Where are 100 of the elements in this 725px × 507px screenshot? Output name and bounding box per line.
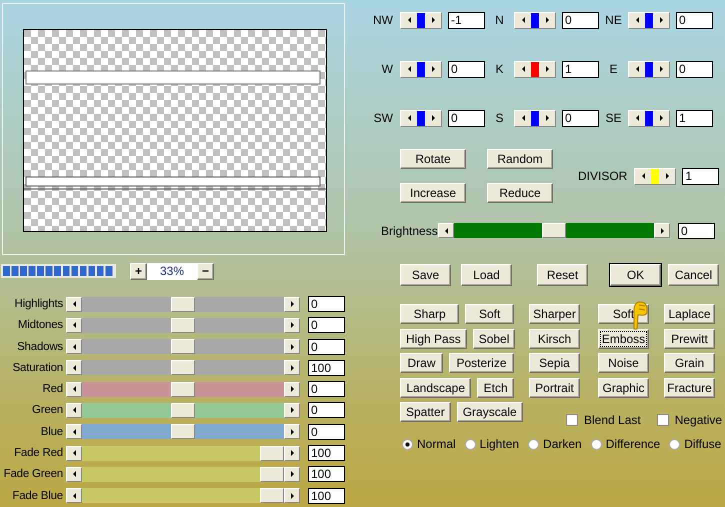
preset-button[interactable]: Portrait xyxy=(529,378,580,398)
preset-button[interactable]: Sharp xyxy=(400,304,460,324)
slider[interactable] xyxy=(66,446,300,461)
right-arrow-button[interactable] xyxy=(284,424,300,440)
coefficient-field[interactable]: 1 xyxy=(676,110,713,126)
brightness-slider[interactable] xyxy=(438,223,670,238)
slider[interactable] xyxy=(66,339,300,354)
dialog-button[interactable]: Reset xyxy=(537,264,588,286)
slider-thumb[interactable] xyxy=(171,382,195,397)
left-arrow-button[interactable] xyxy=(66,339,82,354)
preset-button[interactable]: Etch xyxy=(477,378,514,398)
preset-button[interactable]: Posterize xyxy=(449,353,514,373)
slider-thumb[interactable] xyxy=(260,466,284,482)
spinner[interactable] xyxy=(628,12,670,28)
slider-thumb[interactable] xyxy=(171,424,195,440)
coefficient-field[interactable]: 0 xyxy=(448,60,485,78)
preset-button[interactable]: Graphic xyxy=(598,378,649,398)
radio-button[interactable] xyxy=(464,438,476,450)
value-field[interactable]: 100 xyxy=(308,466,345,482)
left-arrow-button[interactable] xyxy=(66,360,82,376)
left-arrow-button[interactable] xyxy=(66,446,82,461)
coefficient-field[interactable]: 0 xyxy=(676,60,713,78)
preset-button[interactable]: Prewitt xyxy=(664,328,715,348)
preset-button[interactable]: Grain xyxy=(664,353,715,373)
preset-button[interactable]: Landscape xyxy=(400,378,472,398)
checkbox[interactable] xyxy=(656,414,669,426)
left-arrow-button[interactable] xyxy=(66,318,82,333)
dialog-button[interactable]: OK xyxy=(610,264,661,286)
preset-button[interactable]: Spatter xyxy=(400,402,451,422)
value-field[interactable]: 0 xyxy=(308,338,345,355)
spinner[interactable] xyxy=(628,110,670,126)
left-arrow-button[interactable] xyxy=(66,382,82,397)
checkbox[interactable] xyxy=(566,414,578,426)
slider-thumb[interactable] xyxy=(171,296,195,312)
value-field[interactable]: 0 xyxy=(308,317,345,334)
slider-thumb[interactable] xyxy=(260,488,284,504)
right-arrow-button[interactable] xyxy=(284,339,300,354)
action-button[interactable]: Increase xyxy=(400,183,466,203)
value-field[interactable]: 0 xyxy=(308,296,345,312)
preset-button[interactable]: Soft xyxy=(465,304,514,324)
slider[interactable] xyxy=(66,424,300,440)
zoom-in-button[interactable]: + xyxy=(130,262,147,280)
brightness-field[interactable]: 0 xyxy=(678,222,715,238)
slider-thumb[interactable] xyxy=(171,360,195,376)
right-arrow-button[interactable] xyxy=(284,488,300,504)
left-arrow-button[interactable] xyxy=(438,223,454,238)
coefficient-field[interactable]: -1 xyxy=(448,12,485,28)
coefficient-field[interactable]: 0 xyxy=(676,12,713,28)
preset-button[interactable]: Draw xyxy=(400,353,443,373)
spinner[interactable] xyxy=(628,60,670,78)
preset-button[interactable]: Kirsch xyxy=(529,328,580,348)
spinner[interactable] xyxy=(400,110,442,126)
value-field[interactable]: 0 xyxy=(308,402,345,418)
slider[interactable] xyxy=(66,488,300,504)
radio-button[interactable] xyxy=(590,438,602,450)
slider[interactable] xyxy=(66,466,300,482)
left-arrow-button[interactable] xyxy=(66,466,82,482)
left-arrow-button[interactable] xyxy=(66,488,82,504)
coefficient-field[interactable]: 0 xyxy=(562,12,599,28)
action-button[interactable]: Reduce xyxy=(487,183,553,203)
preset-button[interactable]: Laplace xyxy=(664,304,715,324)
right-arrow-button[interactable] xyxy=(284,318,300,333)
coefficient-field[interactable]: 0 xyxy=(448,110,485,126)
preset-button[interactable]: Sobel xyxy=(472,328,516,348)
radio-button[interactable] xyxy=(402,438,413,450)
preset-button[interactable]: High Pass xyxy=(400,328,467,348)
value-field[interactable]: 0 xyxy=(308,381,345,398)
divisor-field[interactable]: 1 xyxy=(682,168,720,184)
slider[interactable] xyxy=(66,402,300,418)
spinner[interactable] xyxy=(514,110,556,126)
left-arrow-button[interactable] xyxy=(66,424,82,440)
radio-button[interactable] xyxy=(528,438,540,450)
action-button[interactable]: Rotate xyxy=(400,149,466,169)
spinner[interactable] xyxy=(400,12,442,28)
right-arrow-button[interactable] xyxy=(654,223,670,238)
slider-thumb[interactable] xyxy=(542,223,566,238)
right-arrow-button[interactable] xyxy=(284,296,300,312)
coefficient-field[interactable]: 1 xyxy=(562,60,599,78)
value-field[interactable]: 100 xyxy=(308,488,345,504)
right-arrow-button[interactable] xyxy=(284,382,300,397)
right-arrow-button[interactable] xyxy=(284,446,300,461)
slider-thumb[interactable] xyxy=(171,402,195,418)
spinner[interactable] xyxy=(634,168,676,184)
right-arrow-button[interactable] xyxy=(284,466,300,482)
preset-button[interactable]: Grayscale xyxy=(456,402,523,422)
slider[interactable] xyxy=(66,318,300,333)
dialog-button[interactable]: Load xyxy=(461,264,512,286)
slider[interactable] xyxy=(66,382,300,397)
value-field[interactable]: 100 xyxy=(308,360,345,376)
slider-thumb[interactable] xyxy=(260,446,284,461)
preset-button[interactable]: Noise xyxy=(598,353,649,373)
preset-button[interactable]: Sharper xyxy=(529,304,580,324)
action-button[interactable]: Random xyxy=(487,149,553,169)
coefficient-field[interactable]: 0 xyxy=(562,110,599,126)
left-arrow-button[interactable] xyxy=(66,402,82,418)
right-arrow-button[interactable] xyxy=(284,402,300,418)
preset-button[interactable]: Emboss xyxy=(598,328,649,348)
right-arrow-button[interactable] xyxy=(284,360,300,376)
zoom-out-button[interactable]: − xyxy=(197,262,214,280)
slider-thumb[interactable] xyxy=(171,318,195,333)
